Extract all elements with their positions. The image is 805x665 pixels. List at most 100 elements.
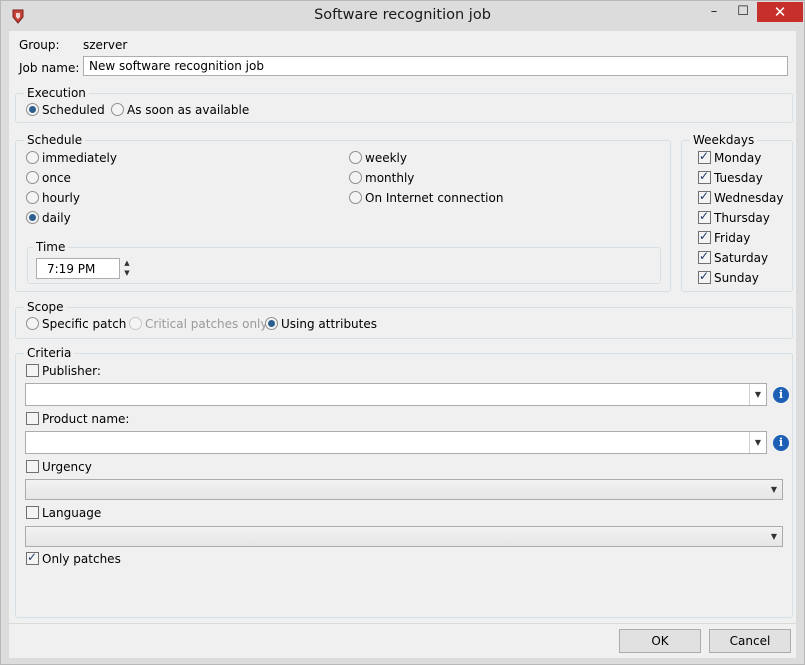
- dialog-window: Software recognition job – ☐ ✕ Group: sz…: [0, 0, 805, 665]
- execution-legend: Execution: [24, 86, 89, 100]
- dialog-content: Group: szerver Job name: New software re…: [9, 31, 796, 623]
- chevron-down-icon[interactable]: ▼: [766, 480, 782, 499]
- schedule-option-label: daily: [42, 211, 71, 225]
- language-combo[interactable]: ▼: [25, 526, 783, 547]
- job-name-field[interactable]: New software recognition job: [83, 56, 788, 76]
- weekday-monday[interactable]: Monday: [698, 149, 761, 167]
- weekday-label: Friday: [714, 231, 751, 245]
- weekday-thursday[interactable]: Thursday: [698, 209, 770, 227]
- urgency-label: Urgency: [42, 460, 92, 474]
- execution-group: Execution Scheduled As soon as available: [15, 86, 793, 123]
- radio-icon: [26, 191, 39, 204]
- radio-selected-icon: [26, 211, 39, 224]
- radio-selected-icon: [26, 103, 39, 116]
- chevron-down-icon[interactable]: ▼: [749, 432, 766, 453]
- weekdays-group: Weekdays Monday Tuesday Wednesday Thursd…: [681, 133, 793, 292]
- only-patches-checkbox[interactable]: Only patches: [26, 550, 121, 568]
- time-group: Time 7:19 PM ▲ ▼: [27, 240, 661, 284]
- chevron-down-icon[interactable]: ▼: [749, 384, 766, 405]
- radio-icon: [26, 171, 39, 184]
- spin-down-icon[interactable]: ▼: [122, 268, 132, 278]
- weekday-label: Thursday: [714, 211, 770, 225]
- publisher-combo[interactable]: ▼: [25, 383, 767, 406]
- checkbox-checked-icon: [698, 209, 711, 224]
- checkbox-checked-icon: [698, 229, 711, 244]
- language-checkbox[interactable]: Language: [26, 506, 101, 522]
- close-icon[interactable]: ✕: [757, 2, 803, 22]
- urgency-checkbox[interactable]: Urgency: [26, 460, 92, 476]
- schedule-option-label: monthly: [365, 171, 415, 185]
- schedule-option-immediately[interactable]: immediately: [26, 151, 117, 167]
- info-icon[interactable]: i: [773, 387, 789, 403]
- cancel-button[interactable]: Cancel: [709, 629, 791, 653]
- checkbox-checked-icon: [26, 550, 39, 565]
- schedule-option-weekly[interactable]: weekly: [349, 151, 407, 167]
- publisher-label: Publisher:: [42, 364, 101, 378]
- scope-option-specific-patch[interactable]: Specific patch: [26, 317, 126, 333]
- spin-up-icon[interactable]: ▲: [122, 258, 132, 268]
- scope-option-label: Specific patch: [42, 317, 127, 331]
- schedule-option-internet[interactable]: On Internet connection: [349, 191, 503, 207]
- scope-option-using-attributes[interactable]: Using attributes: [265, 317, 377, 333]
- language-label: Language: [42, 506, 102, 520]
- publisher-checkbox[interactable]: Publisher:: [26, 364, 101, 380]
- checkbox-icon: [26, 412, 39, 425]
- schedule-option-hourly[interactable]: hourly: [26, 191, 80, 207]
- weekday-label: Tuesday: [714, 171, 763, 185]
- schedule-option-daily[interactable]: daily: [26, 211, 71, 227]
- checkbox-checked-icon: [698, 189, 711, 204]
- radio-icon: [26, 317, 39, 330]
- execution-option-label: Scheduled: [42, 103, 105, 117]
- radio-disabled-icon: [129, 317, 142, 330]
- title-bar[interactable]: Software recognition job – ☐ ✕: [1, 1, 804, 31]
- weekday-friday[interactable]: Friday: [698, 229, 751, 247]
- execution-option-scheduled[interactable]: Scheduled: [26, 103, 105, 119]
- dialog-footer: OK Cancel: [9, 623, 796, 658]
- weekday-label: Saturday: [714, 251, 769, 265]
- checkbox-icon: [26, 364, 39, 377]
- weekday-wednesday[interactable]: Wednesday: [698, 189, 784, 207]
- scope-group: Scope Specific patch Critical patches on…: [15, 300, 793, 339]
- minimize-icon[interactable]: –: [699, 2, 729, 22]
- schedule-option-label: hourly: [42, 191, 80, 205]
- time-field[interactable]: 7:19 PM: [36, 258, 120, 279]
- schedule-option-label: immediately: [42, 151, 117, 165]
- checkbox-checked-icon: [698, 269, 711, 284]
- schedule-option-once[interactable]: once: [26, 171, 71, 187]
- scope-option-label: Critical patches only: [145, 317, 268, 331]
- radio-icon: [111, 103, 124, 116]
- weekday-tuesday[interactable]: Tuesday: [698, 169, 763, 187]
- schedule-option-label: On Internet connection: [365, 191, 504, 205]
- weekday-sunday[interactable]: Sunday: [698, 269, 759, 287]
- schedule-group: Schedule immediately once hourly daily w…: [15, 133, 671, 292]
- checkbox-checked-icon: [698, 249, 711, 264]
- product-name-combo[interactable]: ▼: [25, 431, 767, 454]
- scope-option-critical-patches: Critical patches only: [129, 317, 268, 333]
- schedule-legend: Schedule: [24, 133, 86, 147]
- time-legend: Time: [33, 240, 69, 254]
- product-name-label: Product name:: [42, 412, 130, 426]
- group-value: szerver: [83, 38, 128, 52]
- product-name-checkbox[interactable]: Product name:: [26, 412, 129, 428]
- maximize-icon[interactable]: ☐: [729, 2, 757, 22]
- checkbox-icon: [26, 460, 39, 473]
- chevron-down-icon[interactable]: ▼: [766, 527, 782, 546]
- scope-legend: Scope: [24, 300, 67, 314]
- schedule-option-label: once: [42, 171, 71, 185]
- weekday-label: Wednesday: [714, 191, 784, 205]
- schedule-option-monthly[interactable]: monthly: [349, 171, 414, 187]
- ok-button[interactable]: OK: [619, 629, 701, 653]
- execution-option-asap[interactable]: As soon as available: [111, 103, 249, 119]
- weekday-label: Sunday: [714, 271, 759, 285]
- execution-option-label: As soon as available: [127, 103, 250, 117]
- weekday-saturday[interactable]: Saturday: [698, 249, 769, 267]
- schedule-option-label: weekly: [365, 151, 407, 165]
- info-icon[interactable]: i: [773, 435, 789, 451]
- job-name-label: Job name:: [19, 61, 80, 75]
- criteria-group: Criteria Publisher: ▼ i Product name: ▼ …: [15, 346, 793, 618]
- group-label: Group:: [19, 38, 60, 52]
- checkbox-checked-icon: [698, 149, 711, 164]
- radio-icon: [349, 171, 362, 184]
- checkbox-checked-icon: [698, 169, 711, 184]
- urgency-combo[interactable]: ▼: [25, 479, 783, 500]
